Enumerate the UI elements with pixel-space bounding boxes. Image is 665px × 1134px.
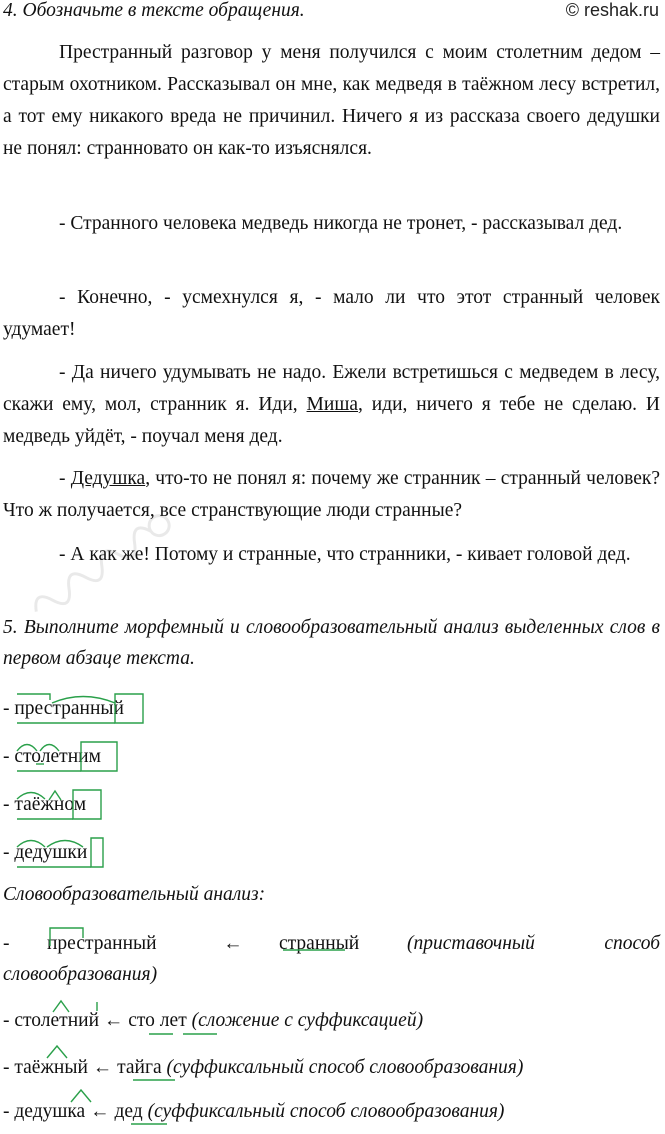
wf-row-taezhny: - таёжный ← тайга (суффиксальный способ … xyxy=(3,1044,660,1084)
paragraph-5: - Дедушка, что-то не понял я: почему же … xyxy=(3,463,660,527)
paragraph-2: - Странного человека медведь никогда не … xyxy=(59,213,623,234)
wf-row-dedushka: - дедушка ← дед (суффиксальный способ сл… xyxy=(3,1088,660,1128)
page-header: 4. Обозначьте в тексте обращения. © resh… xyxy=(3,0,663,26)
task-5-title: 5. Выполните морфемный и словообразовате… xyxy=(3,617,660,669)
morpheme-marks xyxy=(16,741,118,772)
formation-marks xyxy=(49,927,345,951)
document-page: 4. Обозначьте в тексте обращения. © resh… xyxy=(0,0,665,1131)
morph-row-prestranny: - престранный xyxy=(3,692,144,726)
address-misha: Миша xyxy=(306,394,358,415)
morpheme-marks xyxy=(16,789,102,820)
morph-row-taezhnom: - таёжном xyxy=(3,788,102,822)
task-4-title: 4. Обозначьте в тексте обращения. xyxy=(3,0,305,21)
paragraph-6: - А как же! Потому и странные, что стран… xyxy=(59,544,631,565)
morph-row-dedushki: - дедушки xyxy=(3,836,104,870)
morpheme-marks xyxy=(17,693,144,724)
paragraph-5-start: - xyxy=(59,468,71,489)
word-formation-title: Словообразовательный анализ: xyxy=(3,884,266,905)
formation-marks xyxy=(70,1088,167,1125)
copyright-label: © reshak.ru xyxy=(565,0,659,20)
wf-row-stoletny: - столетний ← сто лет (сложение с суффик… xyxy=(3,999,660,1037)
address-dedushka: Дедушка xyxy=(70,468,146,489)
paragraph-3: - Конечно, - усмехнулся я, - мало ли что… xyxy=(3,287,660,340)
morph-row-stoletnim: - столетним xyxy=(3,740,118,774)
morpheme-marks xyxy=(16,837,104,868)
formation-marks xyxy=(46,1044,175,1081)
paragraph-1: Престранный разговор у меня получился с … xyxy=(3,42,660,159)
paragraph-4: - Да ничего удумывать не надо. Ежели вст… xyxy=(3,357,660,453)
wf-row-prestranny: - престранный ← странный (приставочный спосо… xyxy=(3,927,660,990)
formation-marks xyxy=(52,999,217,1035)
